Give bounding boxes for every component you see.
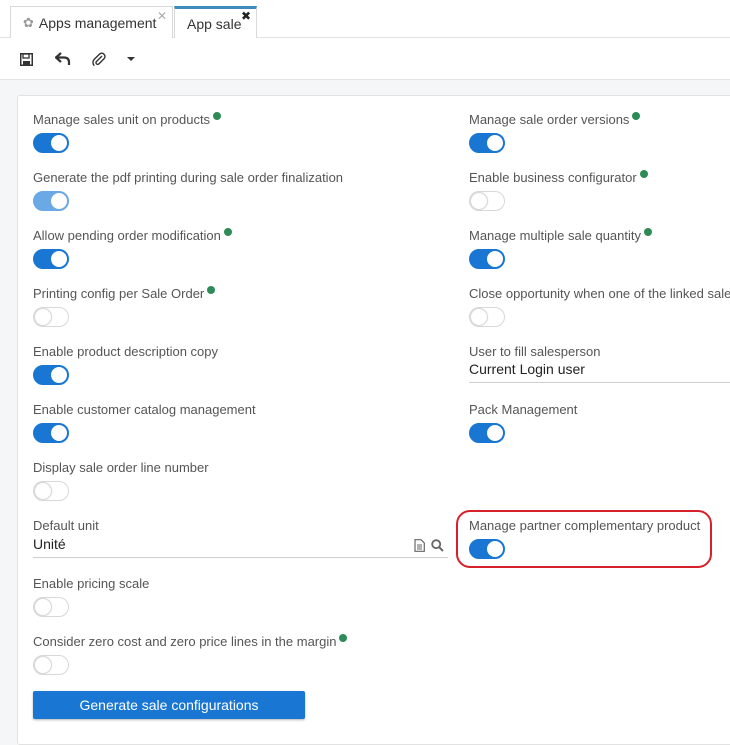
search-icon[interactable] [431,539,444,552]
tab-bar: ✿ Apps management ✕ App sale ✖ [0,0,730,39]
sale-order-versions-toggle[interactable] [469,133,505,153]
info-icon[interactable] [223,228,232,236]
multiple-sale-quantity-label: Manage multiple sale quantity [469,228,652,243]
default-unit-field[interactable]: Unité [33,536,448,558]
display-line-number-label: Display sale order line number [33,460,209,475]
display-line-number-toggle[interactable] [33,481,69,501]
manage-sales-unit-label: Manage sales unit on products [33,112,222,127]
user-fill-salesperson-select[interactable]: Current Login user [469,361,730,383]
info-icon[interactable] [213,112,222,120]
partner-complementary-label: Manage partner complementary product [469,518,701,533]
tab-label: App sale [187,16,242,32]
generate-pdf-label: Generate the pdf printing during sale or… [33,170,344,185]
pricing-scale-label: Enable pricing scale [33,576,150,591]
multiple-sale-quantity-toggle[interactable] [469,249,505,269]
printing-config-label: Printing config per Sale Order [33,286,216,301]
info-icon[interactable] [339,634,348,642]
info-icon[interactable] [644,228,652,236]
sale-order-versions-label: Manage sale order versions [469,112,641,127]
tab-apps-management[interactable]: ✿ Apps management ✕ [10,6,173,38]
attachment-icon [92,52,106,66]
allow-pending-toggle[interactable] [33,249,69,269]
close-opportunity-toggle[interactable] [469,307,505,327]
gear-icon: ✿ [23,14,34,30]
info-icon[interactable] [207,286,216,294]
printing-config-toggle[interactable] [33,307,69,327]
product-desc-copy-toggle[interactable] [33,365,69,385]
close-icon[interactable]: ✖ [241,9,251,23]
partner-complementary-toggle[interactable] [469,539,505,559]
tab-label: Apps management [38,14,157,31]
info-icon[interactable] [632,112,641,120]
caret-down-icon [127,57,135,61]
attachment-button[interactable] [88,48,110,70]
zero-cost-label: Consider zero cost and zero price lines … [33,634,348,649]
generate-pdf-toggle[interactable] [33,191,69,211]
undo-icon [55,52,71,65]
document-icon[interactable] [414,539,425,552]
customer-catalog-toggle[interactable] [33,423,69,443]
default-unit-label: Default unit [33,518,99,533]
pricing-scale-toggle[interactable] [33,597,69,617]
save-button[interactable] [15,48,37,70]
business-configurator-toggle[interactable] [469,191,505,211]
undo-button[interactable] [52,48,74,70]
manage-sales-unit-toggle[interactable] [33,133,69,153]
save-icon [19,52,33,66]
user-fill-salesperson-label: User to fill salesperson [469,344,601,359]
generate-sale-configurations-button[interactable]: Generate sale configurations [33,691,305,719]
tab-app-sale[interactable]: App sale ✖ [174,6,257,39]
business-configurator-label: Enable business configurator [469,170,648,185]
close-opportunity-label: Close opportunity when one of the linked… [469,286,730,301]
info-icon[interactable] [639,170,648,178]
pack-management-label: Pack Management [469,402,578,417]
close-icon[interactable]: ✕ [157,9,167,23]
more-actions-dropdown[interactable] [120,48,142,70]
product-desc-copy-label: Enable product description copy [33,344,219,359]
zero-cost-toggle[interactable] [33,655,69,675]
customer-catalog-label: Enable customer catalog management [33,402,256,417]
allow-pending-label: Allow pending order modification [33,228,232,243]
toolbar [0,38,730,80]
pack-management-toggle[interactable] [469,423,505,443]
